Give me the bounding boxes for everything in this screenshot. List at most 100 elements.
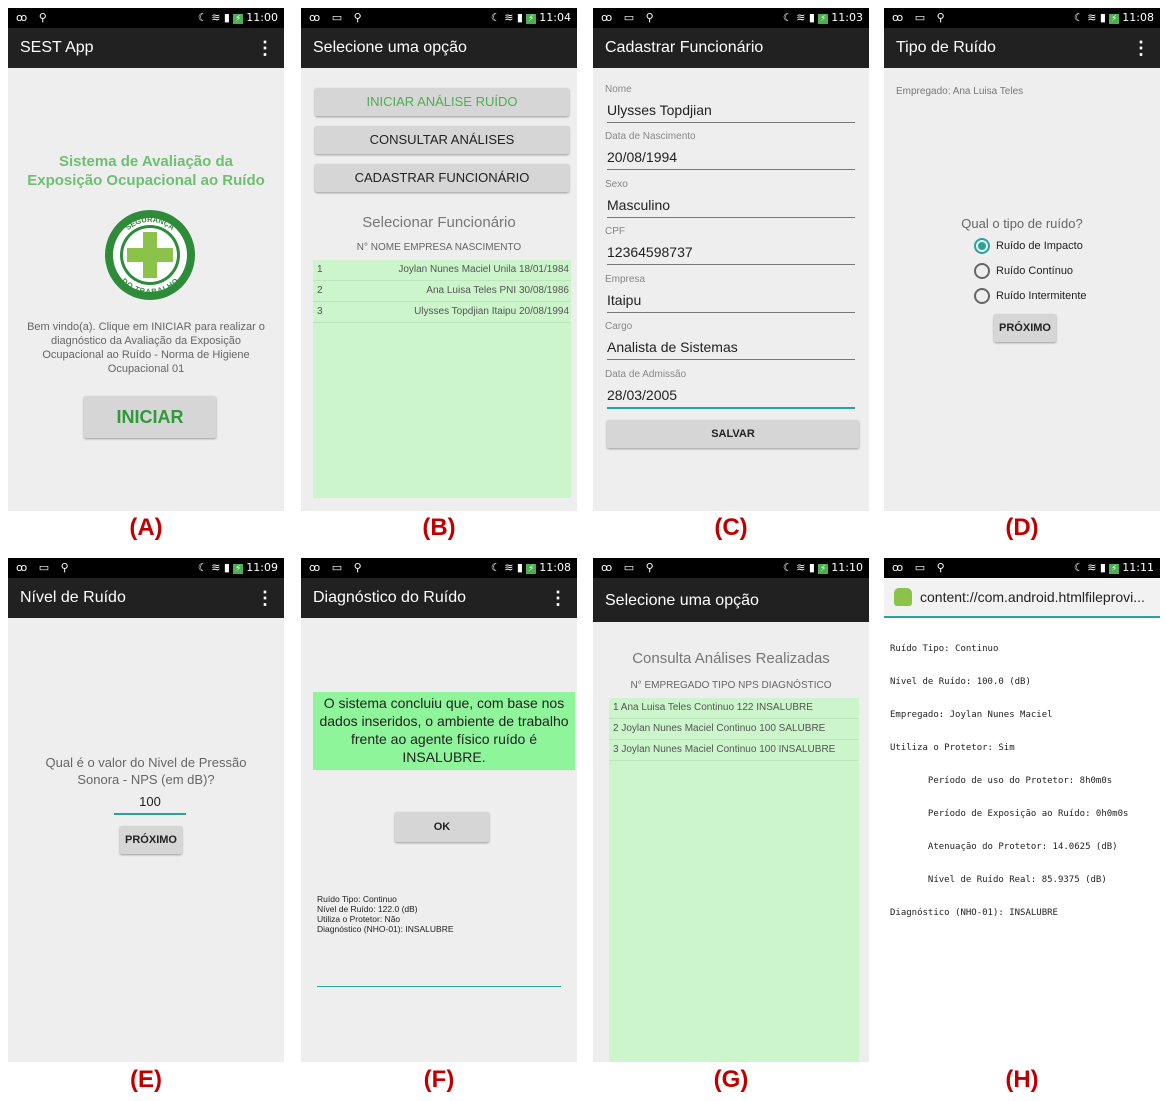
welcome-text: Bem vindo(a). Clique em INICIAR para rea… [27,321,265,375]
app-bar: Selecione uma opção [301,28,577,68]
status-bar: ꝏ ▭ ⚲ ☾ ≋ ▮ ⚡ 11:04 [301,8,577,28]
radio-continuous[interactable]: Ruído Contínuo [974,263,1073,279]
notification-icons: ꝏ ▭ ⚲ [892,561,949,574]
analyses-list: 1 Ana Luisa Teles Continuo 122 INSALUBRE… [609,698,859,1062]
battery-icon: ⚡ [1108,564,1120,574]
radio-unchecked-icon[interactable] [974,288,990,304]
list-item[interactable]: 2 Ana Luisa Teles PNI 30/08/1986 [313,281,571,302]
clock: 11:10 [831,561,863,574]
app-bar: Diagnóstico do Ruído ⋮ [301,578,577,618]
ok-button[interactable]: OK [395,812,489,842]
heading: Sistema de Avaliação da Exposição Ocupac… [27,153,265,189]
app-title: Tipo de Ruído [896,39,996,56]
start-button[interactable]: INICIAR [84,396,216,438]
panel-label-c: (C) [714,514,748,541]
list-item[interactable]: 3 Ulysses Topdjian Itaipu 20/08/1994 [313,302,571,323]
birthdate-field[interactable]: 20/08/1994 [607,149,855,170]
sex-field[interactable]: Masculino [607,197,855,218]
screen-a: ꝏ ⚲ ☾ ≋ ▮ ⚡ 11:00 SEST App ⋮ Sistema de Av… [8,8,284,511]
screen-d: ꝏ ▭ ⚲ ☾ ≋ ▮ ⚡ 11:08 Tipo de Ruído ⋮ Empreg… [884,8,1160,511]
list-item[interactable]: 2 Joylan Nunes Maciel Continuo 100 SALUB… [609,719,859,740]
notification-icons: ꝏ ▭ ⚲ [601,11,658,24]
list-item[interactable]: 1 Joylan Nunes Maciel Unila 18/01/1984 [313,260,571,281]
list-item[interactable]: 1 Ana Luisa Teles Continuo 122 INSALUBRE [609,698,859,719]
app-bar: Cadastrar Funcionário [593,28,869,68]
clock: 11:03 [831,11,863,24]
select-employee-title: Selecionar Funcionário [362,214,516,231]
android-icon [894,588,912,606]
details-underline [317,986,561,987]
status-bar: ꝏ ▭ ⚲ ☾ ≋ ▮ ⚡ 11:10 [593,558,869,578]
notification-icons: ꝏ ▭ ⚲ [892,11,949,24]
query-analyses-button[interactable]: CONSULTAR ANÁLISES [315,126,569,154]
overflow-menu-icon[interactable]: ⋮ [256,578,274,618]
noise-type-question: Qual o tipo de ruído? [961,216,1083,231]
radio-impact[interactable]: Ruído de Impacto [974,238,1083,254]
battery-icon: ⚡ [817,14,829,24]
browser-url-bar[interactable]: content://com.android.htmlfileprovi... [884,578,1160,618]
notification-icons: ꝏ ▭ ⚲ [601,561,658,574]
table-header: N° NOME EMPRESA NASCIMENTO [356,242,522,253]
panel-label-d: (D) [1005,514,1039,541]
battery-icon: ⚡ [525,14,537,24]
employee-list: 1 Joylan Nunes Maciel Unila 18/01/1984 2A… [313,260,571,498]
company-field[interactable]: Itaipu [607,292,855,313]
save-button[interactable]: SALVAR [607,420,859,448]
screen-b: ꝏ ▭ ⚲ ☾ ≋ ▮ ⚡ 11:04 Selecione uma opção IN… [301,8,577,511]
battery-icon: ⚡ [525,564,537,574]
status-right: ☾ ≋ ▮ ⚡ 11:11 [1073,561,1154,574]
radio-unchecked-icon[interactable] [974,263,990,279]
clock: 11:08 [539,561,571,574]
panel-label-f: (F) [423,1066,455,1093]
clock: 11:11 [1122,561,1154,574]
next-button[interactable]: PRÓXIMO [120,826,182,854]
overflow-menu-icon[interactable]: ⋮ [256,28,274,68]
birthdate-label: Data de Nascimento [605,131,696,142]
list-item[interactable]: 3 Joylan Nunes Maciel Continuo 100 INSAL… [609,740,859,761]
screen-f: ꝏ ▭ ⚲ ☾ ≋ ▮ ⚡ 11:08 Diagnóstico do Ruído ⋮… [301,558,577,1062]
role-label: Cargo [605,321,633,332]
panel-label-e: (E) [130,1066,162,1093]
status-right: ☾ ≋ ▮ ⚡ 11:09 [197,561,278,574]
admission-date-label: Data de Admissão [605,369,687,380]
register-employee-button[interactable]: CADASTRAR FUNCIONÁRIO [315,164,569,192]
start-analysis-button[interactable]: INICIAR ANÁLISE RUÍDO [315,88,569,116]
battery-icon: ⚡ [817,564,829,574]
clock: 11:00 [246,11,278,24]
radio-intermittent[interactable]: Ruído Intermitente [974,288,1087,304]
admission-date-field[interactable]: 28/03/2005 [607,387,855,409]
panel-label-b: (B) [422,514,456,541]
status-bar: ꝏ ▭ ⚲ ☾ ≋ ▮ ⚡ 11:03 [593,8,869,28]
screen-h: ꝏ ▭ ⚲ ☾ ≋ ▮ ⚡ 11:11 content://com.android.… [884,558,1160,1062]
app-title: SEST App [20,39,94,56]
status-bar: ꝏ ▭ ⚲ ☾ ≋ ▮ ⚡ 11:08 [301,558,577,578]
company-label: Empresa [605,274,646,285]
status-bar: ꝏ ⚲ ☾ ≋ ▮ ⚡ 11:00 [8,8,284,28]
radio-checked-icon[interactable] [974,238,990,254]
name-label: Nome [605,84,632,95]
table-header: N° EMPREGADO TIPO NPS DIAGNÓSTICO [630,680,832,691]
report-text: Ruído Tipo: Continuo Nível de Ruído: 100… [890,644,1129,918]
sex-label: Sexo [605,179,628,190]
name-field[interactable]: Ulysses Topdjian [607,102,855,123]
safety-logo-icon: SEGURANÇA DO TRABALHO [105,210,195,300]
role-field[interactable]: Analista de Sistemas [607,339,855,360]
nps-question: Qual é o valor do Nivel de Pressão Sonor… [45,755,247,787]
status-bar: ꝏ ▭ ⚲ ☾ ≋ ▮ ⚡ 11:11 [884,558,1160,578]
clock: 11:08 [1122,11,1154,24]
overflow-menu-icon[interactable]: ⋮ [1132,28,1150,68]
app-bar: SEST App ⋮ [8,28,284,68]
notification-icons: ꝏ ▭ ⚲ [309,561,366,574]
overflow-menu-icon[interactable]: ⋮ [549,578,567,618]
screen-e: ꝏ ▭ ⚲ ☾ ≋ ▮ ⚡ 11:09 Nível de Ruído ⋮ Qual … [8,558,284,1062]
status-right: ☾ ≋ ▮ ⚡ 11:08 [1073,11,1154,24]
notification-icons: ꝏ ▭ ⚲ [16,561,73,574]
nps-input[interactable]: 100 [114,794,186,815]
next-button[interactable]: PRÓXIMO [994,314,1056,342]
app-title: Selecione uma opção [313,39,467,56]
cpf-field[interactable]: 12364598737 [607,244,855,265]
status-right: ☾ ≋ ▮ ⚡ 11:10 [782,561,863,574]
app-title: Cadastrar Funcionário [605,39,764,56]
cpf-label: CPF [605,226,625,237]
status-bar: ꝏ ▭ ⚲ ☾ ≋ ▮ ⚡ 11:09 [8,558,284,578]
